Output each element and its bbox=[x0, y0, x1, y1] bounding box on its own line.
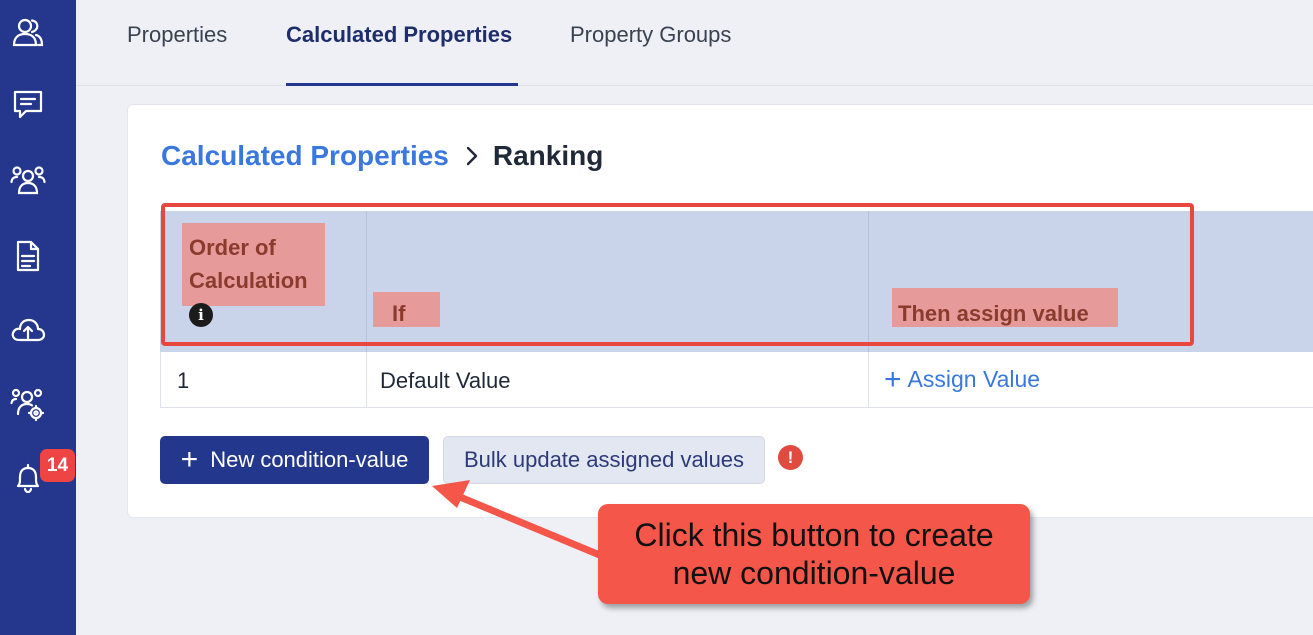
contacts-icon[interactable] bbox=[0, 13, 56, 53]
warning-icon[interactable]: ! bbox=[778, 445, 803, 470]
new-condition-value-button[interactable]: + New condition-value bbox=[160, 436, 429, 484]
bulk-update-button[interactable]: Bulk update assigned values bbox=[443, 436, 765, 484]
cell-divider bbox=[366, 352, 367, 408]
header-then-assign-value: Then assign value bbox=[898, 301, 1089, 326]
header-highlight bbox=[373, 292, 440, 327]
tab-calculated-properties[interactable]: Calculated Properties bbox=[286, 22, 512, 48]
tab-property-groups[interactable]: Property Groups bbox=[570, 22, 731, 48]
annotation-line2: new condition-value bbox=[672, 555, 956, 591]
assign-value-link[interactable]: + Assign Value bbox=[884, 362, 1041, 396]
info-icon[interactable]: i bbox=[189, 303, 213, 327]
active-tab-indicator bbox=[286, 83, 518, 86]
notification-badge: 14 bbox=[40, 449, 75, 482]
table-header bbox=[160, 211, 1313, 352]
header-if: If bbox=[392, 301, 406, 326]
new-condition-value-label: New condition-value bbox=[210, 447, 409, 472]
tab-properties[interactable]: Properties bbox=[127, 22, 227, 48]
header-order-line2: Calculation bbox=[189, 268, 308, 293]
plus-icon: + bbox=[884, 362, 902, 396]
document-icon[interactable] bbox=[0, 236, 56, 276]
chevron-right-icon bbox=[466, 146, 478, 166]
annotation-callout: Click this button to create new conditio… bbox=[598, 504, 1030, 604]
breadcrumb: Calculated Properties Ranking bbox=[161, 140, 603, 172]
row-condition-cell: Default Value bbox=[380, 368, 511, 393]
chat-icon[interactable] bbox=[0, 84, 56, 124]
breadcrumb-current: Ranking bbox=[492, 140, 604, 171]
assign-value-label: Assign Value bbox=[907, 366, 1041, 392]
breadcrumb-parent-link[interactable]: Calculated Properties bbox=[161, 140, 449, 172]
cloud-upload-icon[interactable] bbox=[0, 310, 56, 350]
bulk-update-label: Bulk update assigned values bbox=[463, 447, 745, 472]
cell-divider bbox=[868, 352, 869, 408]
team-icon[interactable] bbox=[0, 160, 56, 200]
table-row bbox=[160, 352, 1313, 408]
plus-icon: + bbox=[180, 443, 199, 476]
header-order-line1: Order of bbox=[189, 235, 276, 260]
tab-bar: Properties Calculated Properties Propert… bbox=[76, 0, 1313, 86]
row-order-cell: 1 bbox=[177, 368, 190, 393]
header-divider bbox=[868, 211, 869, 352]
header-divider bbox=[366, 211, 367, 352]
user-settings-icon[interactable] bbox=[0, 384, 56, 424]
annotation-line1: Click this button to create bbox=[634, 517, 994, 553]
sidebar: 14 bbox=[0, 0, 76, 635]
